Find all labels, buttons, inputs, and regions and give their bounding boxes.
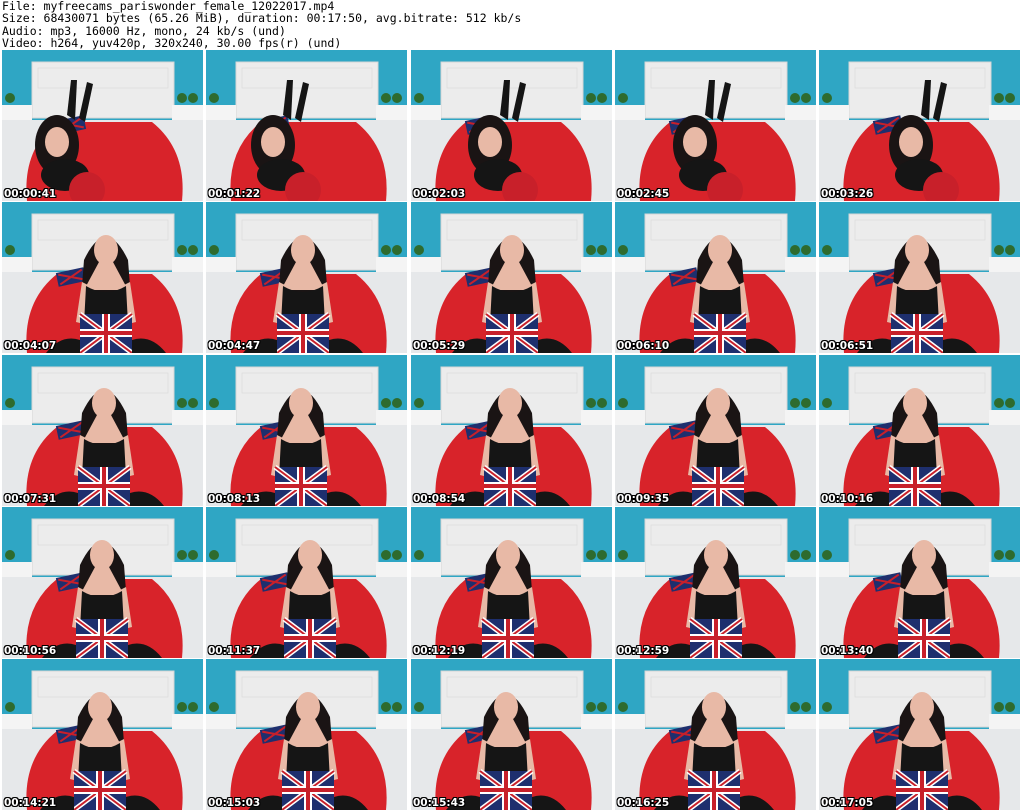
timestamp-label: 00:02:03 (413, 188, 466, 200)
video-thumbnail: 00:04:07 (2, 202, 203, 353)
frame-image (2, 50, 203, 201)
timestamp-label: 00:17:05 (821, 797, 874, 809)
frame-image (819, 659, 1020, 810)
video-thumbnail: 00:14:21 (2, 659, 203, 810)
video-thumbnail: 00:06:10 (615, 202, 816, 353)
video-info-line: Video: h264, yuv420p, 320x240, 30.00 fps… (2, 35, 342, 50)
frame-image (615, 50, 816, 201)
frame-image (2, 355, 203, 506)
timestamp-label: 00:12:19 (413, 645, 466, 657)
video-thumbnail: 00:10:16 (819, 355, 1020, 506)
frame-image (411, 659, 612, 810)
timestamp-label: 00:16:25 (617, 797, 670, 809)
timestamp-label: 00:12:59 (617, 645, 670, 657)
file-info-header: File: myfreecams_pariswonder_female_1202… (2, 0, 1020, 50)
timestamp-label: 00:14:21 (4, 797, 57, 809)
frame-image (819, 507, 1020, 658)
timestamp-label: 00:04:07 (4, 340, 57, 352)
video-thumbnail: 00:15:03 (206, 659, 407, 810)
timestamp-label: 00:01:22 (208, 188, 261, 200)
video-thumbnail: 00:07:31 (2, 355, 203, 506)
video-thumbnail: 00:16:25 (615, 659, 816, 810)
frame-image (411, 202, 612, 353)
frame-image (615, 355, 816, 506)
timestamp-label: 00:03:26 (821, 188, 874, 200)
video-thumbnail: 00:05:29 (411, 202, 612, 353)
video-thumbnail: 00:17:05 (819, 659, 1020, 810)
video-thumbnail: 00:08:54 (411, 355, 612, 506)
frame-image (2, 202, 203, 353)
frame-image (615, 659, 816, 810)
timestamp-label: 00:04:47 (208, 340, 261, 352)
frame-image (206, 202, 407, 353)
video-thumbnail: 00:12:19 (411, 507, 612, 658)
frame-image (819, 355, 1020, 506)
video-thumbnail: 00:11:37 (206, 507, 407, 658)
timestamp-label: 00:08:54 (413, 493, 466, 505)
frame-image (206, 355, 407, 506)
timestamp-label: 00:10:56 (4, 645, 57, 657)
video-thumbnail: 00:04:47 (206, 202, 407, 353)
timestamp-label: 00:09:35 (617, 493, 670, 505)
video-thumbnail: 00:02:03 (411, 50, 612, 201)
thumbnail-grid: 00:00:41 00:01:22 00:02:03 00:02:45 00:03:26… (2, 50, 1022, 811)
frame-image (411, 355, 612, 506)
timestamp-label: 00:10:16 (821, 493, 874, 505)
timestamp-label: 00:15:03 (208, 797, 261, 809)
video-thumbnail: 00:01:22 (206, 50, 407, 201)
video-thumbnail: 00:12:59 (615, 507, 816, 658)
timestamp-label: 00:11:37 (208, 645, 261, 657)
frame-image (411, 50, 612, 201)
frame-image (819, 202, 1020, 353)
timestamp-label: 00:06:51 (821, 340, 874, 352)
video-thumbnail: 00:10:56 (2, 507, 203, 658)
video-thumbnail: 00:06:51 (819, 202, 1020, 353)
frame-image (615, 202, 816, 353)
frame-image (2, 507, 203, 658)
frame-image (206, 507, 407, 658)
timestamp-label: 00:05:29 (413, 340, 466, 352)
frame-image (615, 507, 816, 658)
video-thumbnail: 00:13:40 (819, 507, 1020, 658)
timestamp-label: 00:07:31 (4, 493, 57, 505)
timestamp-label: 00:02:45 (617, 188, 670, 200)
timestamp-label: 00:13:40 (821, 645, 874, 657)
video-thumbnail: 00:08:13 (206, 355, 407, 506)
frame-image (206, 659, 407, 810)
video-thumbnail: 00:03:26 (819, 50, 1020, 201)
frame-image (206, 50, 407, 201)
video-thumbnail: 00:00:41 (2, 50, 203, 201)
timestamp-label: 00:00:41 (4, 188, 57, 200)
video-thumbnail: 00:02:45 (615, 50, 816, 201)
timestamp-label: 00:08:13 (208, 493, 261, 505)
timestamp-label: 00:15:43 (413, 797, 466, 809)
frame-image (2, 659, 203, 810)
frame-image (411, 507, 612, 658)
frame-image (819, 50, 1020, 201)
video-thumbnail: 00:15:43 (411, 659, 612, 810)
video-thumbnail: 00:09:35 (615, 355, 816, 506)
timestamp-label: 00:06:10 (617, 340, 670, 352)
file-size-line: Size: 68430071 bytes (65.26 MiB), durati… (2, 11, 522, 26)
